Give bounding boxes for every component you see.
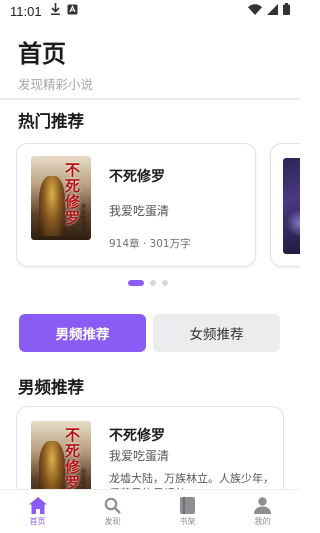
book-author: 我爱吃蛋清 [109,204,170,218]
book-cover: 不死修罗 我爱吃蛋清 [31,156,91,240]
bottom-nav: 首页 发现 书架 我的 [0,489,300,533]
pager-dot[interactable] [162,280,168,286]
bookshelf-icon [179,496,197,514]
book-author: 我爱吃蛋清 [109,449,170,463]
book-meta: 914章 · 301万字 [109,238,191,250]
home-icon [28,496,47,514]
tab-female[interactable]: 女频推荐 [153,314,280,352]
nav-item-profile[interactable]: 我的 [225,490,300,533]
cover-figure [39,176,65,236]
battery-icon [283,3,290,19]
app-notification-icon [67,4,78,19]
carousel-pager [128,280,168,286]
next-book-card[interactable] [270,143,300,267]
page-header: 首页 发现精彩小说 [18,34,93,93]
nav-item-discover[interactable]: 发现 [75,490,150,533]
nav-label: 书架 [179,517,196,526]
pager-dot[interactable] [128,280,144,286]
cellular-signal-icon [267,3,278,19]
nav-label: 首页 [29,517,46,526]
gender-tabs: 男频推荐 女频推荐 [19,314,280,352]
nav-item-home[interactable]: 首页 [0,490,75,533]
status-time: 11:01 [10,3,42,19]
profile-icon [254,496,272,514]
header-divider [0,98,300,100]
hot-book-card[interactable]: 不死修罗 我爱吃蛋清 不死修罗 我爱吃蛋清 914章 · 301万字 [16,143,256,267]
male-section-title: 男频推荐 [18,378,84,397]
pager-dot[interactable] [150,280,156,286]
hot-section-title: 热门推荐 [18,112,84,131]
page-subtitle: 发现精彩小说 [18,77,94,92]
hot-carousel[interactable]: 不死修罗 我爱吃蛋清 不死修罗 我爱吃蛋清 914章 · 301万字 [16,143,300,269]
nav-item-bookshelf[interactable]: 书架 [150,490,225,533]
book-title: 不死修罗 [109,169,165,185]
search-icon [104,496,122,514]
wifi-icon [248,3,262,19]
page-title: 首页 [18,40,66,68]
status-bar: 11:01 [0,0,300,22]
download-icon [50,3,61,19]
nav-label: 发现 [104,517,121,526]
book-cover [283,158,300,254]
cover-author-art: 我爱吃蛋清 [81,204,87,234]
nav-label: 我的 [254,517,271,526]
tab-male[interactable]: 男频推荐 [19,314,146,352]
book-title: 不死修罗 [109,428,165,444]
